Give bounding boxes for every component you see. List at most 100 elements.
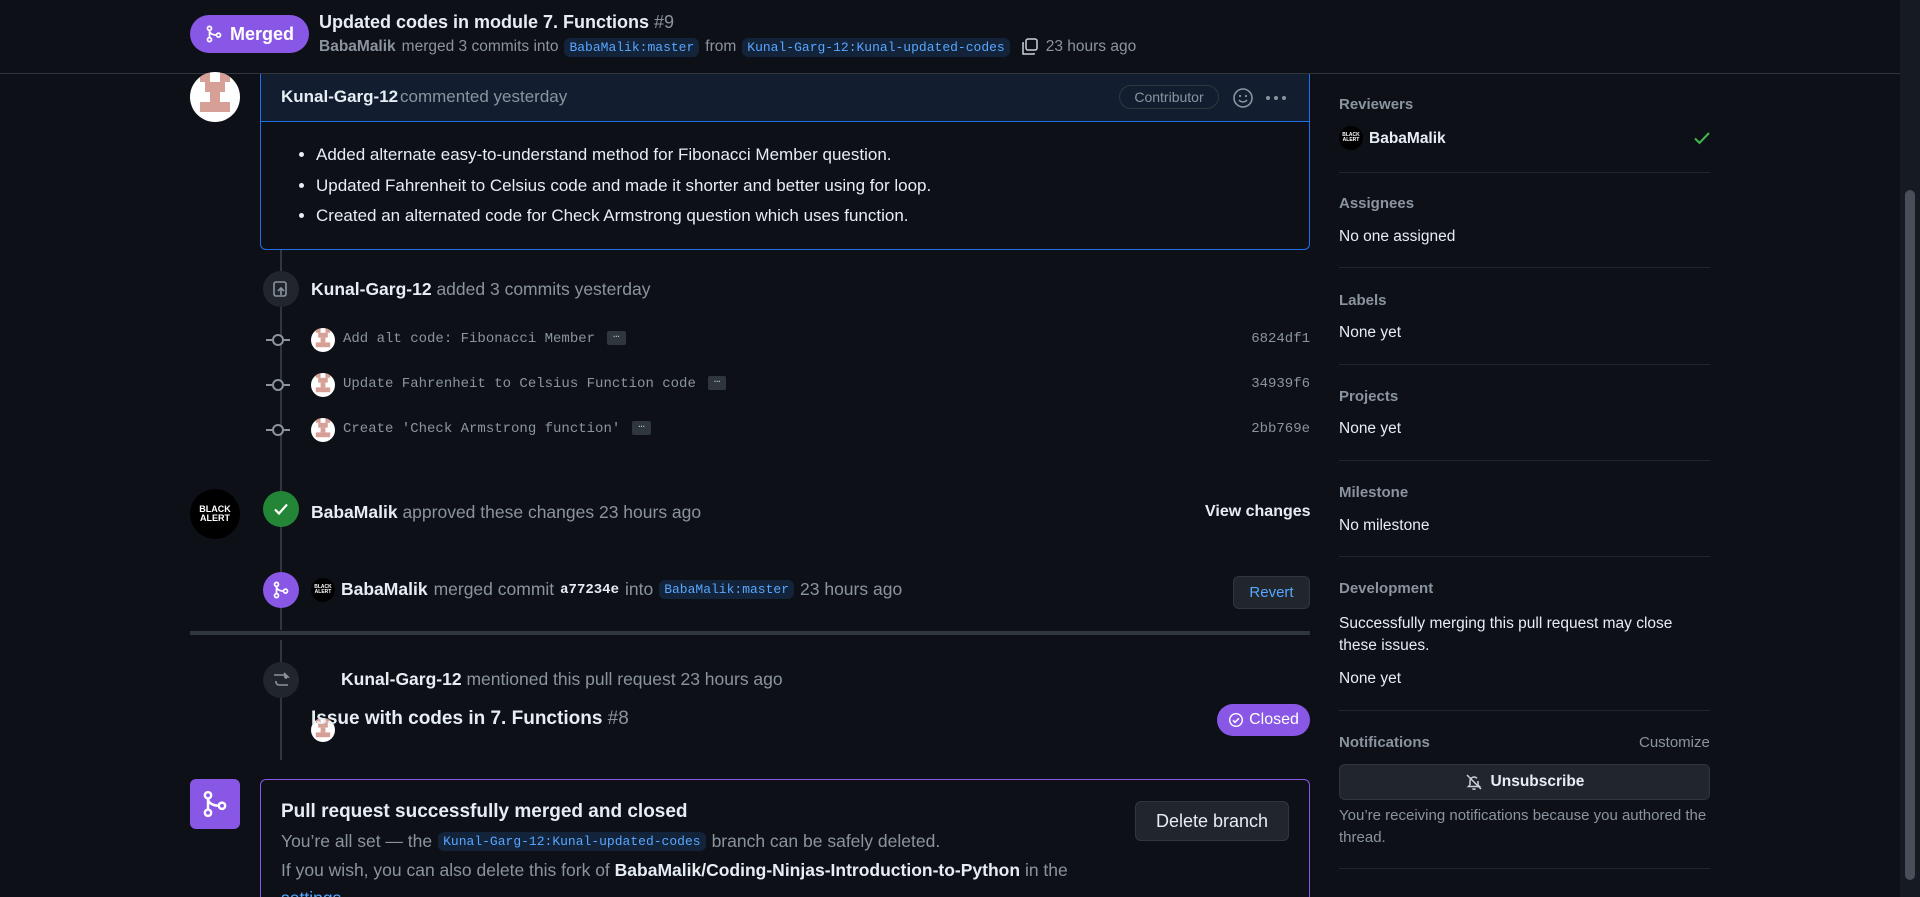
commit-message[interactable]: Update Fahrenheit to Celsius Function co…: [343, 375, 727, 392]
avatar[interactable]: [311, 418, 335, 442]
avatar[interactable]: [311, 328, 335, 352]
commit-sha[interactable]: 6824df1: [1251, 331, 1310, 347]
development-value: None yet: [1339, 670, 1402, 687]
expand-commit-button[interactable]: …: [607, 330, 626, 346]
issue-number: #8: [607, 708, 629, 729]
sidebar-divider: [1339, 710, 1710, 711]
merge-box-line1: You’re all set — the Kunal-Garg-12:Kunal…: [281, 831, 940, 852]
sidebar-divider: [1339, 460, 1710, 461]
pr-title-text[interactable]: Updated codes in module 7. Functions: [319, 12, 649, 32]
check-icon: [274, 503, 288, 516]
assignees-heading[interactable]: Assignees: [1339, 195, 1710, 212]
smiley-icon[interactable]: [1232, 87, 1254, 109]
unsubscribe-button[interactable]: Unsubscribe: [1339, 764, 1710, 800]
revert-button[interactable]: Revert: [1233, 576, 1310, 609]
merge-event-text: BabaMalik merged commit a77234e into Bab…: [341, 579, 902, 600]
scrollbar-track[interactable]: [1900, 0, 1920, 897]
timeline-break: [190, 631, 1310, 635]
pr-merged-text: merged 3 commits into: [401, 38, 559, 55]
merge-box-line1-suffix: branch can be safely deleted.: [711, 831, 941, 851]
labels-value: None yet: [1339, 324, 1402, 341]
settings-link[interactable]: settings: [281, 888, 341, 897]
pr-title[interactable]: Updated codes in module 7. Functions #9: [319, 12, 674, 33]
sidebar-divider: [1339, 868, 1710, 869]
pr-from-text: from: [705, 38, 737, 55]
view-changes-button[interactable]: View changes: [1205, 503, 1311, 521]
expand-commit-button[interactable]: …: [632, 420, 651, 436]
push-event-badge: [263, 271, 299, 307]
milestone-value: No milestone: [1339, 517, 1430, 534]
comment-bullet: Added alternate easy-to-understand metho…: [316, 140, 931, 171]
pr-merger[interactable]: BabaMalik: [319, 38, 396, 56]
merged-state-label: Merged: [229, 23, 294, 44]
unsubscribe-label[interactable]: Unsubscribe: [1491, 773, 1585, 791]
merge-box-title: Pull request successfully merged and clo…: [281, 801, 688, 822]
sidebar-divider: [1339, 267, 1710, 268]
milestone-heading[interactable]: Milestone: [1339, 484, 1710, 501]
avatar[interactable]: BLACK ALERT: [1339, 126, 1363, 150]
commit-sha[interactable]: 2bb769e: [1251, 421, 1310, 437]
expand-commit-button[interactable]: …: [707, 375, 727, 391]
fork-repo-link[interactable]: BabaMalik/Coding-Ninjas-Introduction-to-…: [615, 860, 1020, 880]
head-branch[interactable]: Kunal-Garg-12:Kunal-updated-codes: [742, 37, 1010, 57]
reviewer-name[interactable]: BabaMalik: [1369, 130, 1446, 148]
pr-number: #9: [654, 12, 675, 32]
reviewers-heading[interactable]: Reviewers: [1339, 96, 1710, 113]
mention-author[interactable]: Kunal-Garg-12: [341, 669, 462, 689]
mentioned-issue[interactable]: Issue with codes in 7. Functions #8: [311, 708, 629, 730]
merge-box-line1-prefix: You’re all set — the: [281, 831, 433, 851]
sticky-pr-header: Merged Updated codes in module 7. Functi…: [0, 0, 1900, 74]
assignees-value: No one assigned: [1339, 228, 1456, 245]
merged-box-icon: [190, 779, 240, 829]
sidebar-divider: [1339, 556, 1710, 557]
base-branch[interactable]: BabaMalik:master: [564, 37, 700, 57]
pr-merged-time: 23 hours ago: [1045, 38, 1137, 55]
commit-sha[interactable]: 34939f6: [1251, 376, 1310, 392]
git-merge-icon: [273, 581, 289, 599]
merge-into: into: [624, 579, 654, 599]
mention-desc: mentioned this pull request 23 hours ago: [466, 669, 783, 689]
avatar[interactable]: BLACK ALERT: [190, 489, 240, 539]
avatar[interactable]: [190, 72, 240, 122]
commit-message[interactable]: Create 'Check Armstrong function'…: [343, 420, 651, 437]
merged-state-badge: Merged: [190, 15, 309, 53]
development-text: Successfully merging this pull request m…: [1339, 615, 1673, 654]
customize-link[interactable]: Customize: [1639, 734, 1710, 751]
repo-push-icon: [273, 281, 287, 297]
commit-row: Add alt code: Fibonacci Member… 6824df1: [266, 325, 1310, 355]
review-author[interactable]: BabaMalik: [311, 502, 398, 522]
commit-message[interactable]: Add alt code: Fibonacci Member…: [343, 330, 626, 347]
mention-event-text: Kunal-Garg-12 mentioned this pull reques…: [341, 669, 783, 690]
merge-author[interactable]: BabaMalik: [341, 579, 428, 600]
kebab-menu-icon[interactable]: [1264, 87, 1288, 109]
labels-heading[interactable]: Labels: [1339, 292, 1710, 309]
approved-badge: [263, 491, 299, 527]
git-commit-icon: [266, 379, 290, 391]
avatar[interactable]: [311, 373, 335, 397]
pr-subtitle: BabaMalik merged 3 commits into BabaMali…: [319, 37, 1136, 57]
merge-desc: merged commit: [433, 579, 555, 599]
comment-bullet: Created an alternated code for Check Arm…: [316, 201, 931, 232]
review-event-text: BabaMalik approved these changes 23 hour…: [311, 502, 701, 523]
avatar-text: BLACK ALERT: [199, 504, 231, 523]
scrollbar-thumb[interactable]: [1905, 190, 1915, 880]
merge-commit-sha[interactable]: a77234e: [560, 582, 619, 598]
commits-event-author[interactable]: Kunal-Garg-12: [311, 279, 432, 299]
delete-branch-button[interactable]: Delete branch: [1135, 801, 1289, 841]
merge-box-line2-suffix: in the: [1024, 860, 1068, 880]
comment-timestamp[interactable]: commented yesterday: [400, 87, 567, 107]
development-heading[interactable]: Development: [1339, 580, 1710, 597]
comment-author[interactable]: Kunal-Garg-12: [281, 87, 398, 107]
projects-heading[interactable]: Projects: [1339, 388, 1710, 405]
merge-box-line2: If you wish, you can also delete this fo…: [281, 860, 1068, 881]
avatar[interactable]: BLACK ALERT: [311, 578, 335, 602]
contributor-badge: Contributor: [1119, 85, 1219, 109]
merge-branch[interactable]: BabaMalik:master: [659, 580, 795, 599]
commit-row: Create 'Check Armstrong function'… 2bb76…: [266, 415, 1310, 445]
notification-reason: You’re receiving notifications because y…: [1339, 807, 1707, 846]
copy-icon[interactable]: [1020, 37, 1040, 57]
bell-slash-icon: [1466, 774, 1482, 791]
deletable-branch[interactable]: Kunal-Garg-12:Kunal-updated-codes: [438, 832, 706, 851]
issue-title[interactable]: Issue with codes in 7. Functions: [311, 708, 602, 729]
sidebar-divider: [1339, 364, 1710, 365]
